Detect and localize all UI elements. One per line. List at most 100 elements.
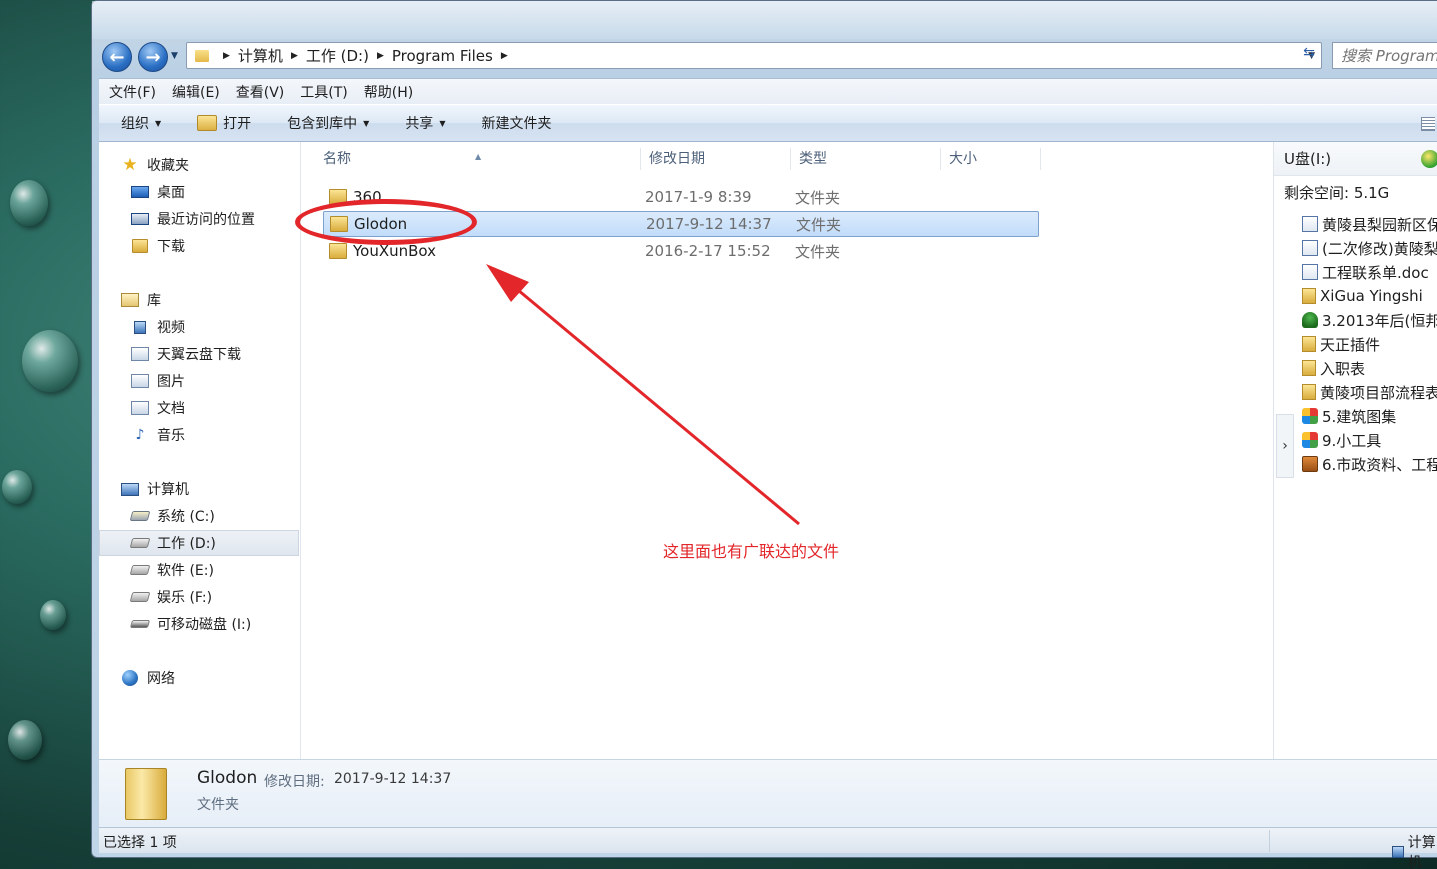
- app-icon: [1302, 408, 1318, 424]
- preview-item[interactable]: 9.小工具: [1302, 428, 1381, 452]
- include-library-button[interactable]: 包含到库中 ▼: [287, 113, 369, 133]
- file-row-360[interactable]: 360 2017-1-9 8:39 文件夹: [323, 184, 1039, 210]
- menu-view[interactable]: 查看(V): [236, 82, 285, 102]
- search-box[interactable]: [1332, 42, 1437, 69]
- column-header-modified[interactable]: 修改日期: [641, 148, 791, 170]
- expand-button[interactable]: ›: [1276, 414, 1294, 478]
- details-type: 文件夹: [197, 797, 239, 813]
- search-input[interactable]: [1333, 43, 1437, 68]
- nav-drive-e[interactable]: 软件 (E:): [99, 557, 299, 583]
- nav-downloads[interactable]: 下载: [99, 233, 299, 259]
- caret-down-icon: ▼: [155, 118, 162, 128]
- share-button[interactable]: 共享 ▼: [405, 113, 445, 133]
- preview-item[interactable]: 黄陵县梨园新区保: [1302, 212, 1437, 236]
- word-document-icon: [1302, 264, 1318, 280]
- nav-drive-f[interactable]: 娱乐 (F:): [99, 584, 299, 610]
- annotation-text: 这里面也有广联达的文件: [663, 542, 840, 561]
- organize-button[interactable]: 组织 ▼: [121, 113, 161, 133]
- file-modified: 2016-2-17 15:52: [645, 242, 771, 260]
- share-label: 共享: [405, 116, 434, 132]
- command-bar: 组织 ▼ 打开 包含到库中 ▼ 共享 ▼ 新建文件夹: [99, 104, 1437, 142]
- address-bar[interactable]: ▶ 计算机 ▶ 工作 (D:) ▶ Program Files ▶ ▼: [186, 42, 1322, 69]
- details-pane: Glodon 修改日期: 2017-9-12 14:37 文件夹: [99, 759, 1437, 827]
- nav-drive-d[interactable]: 工作 (D:): [99, 530, 299, 556]
- file-row-youxunbox[interactable]: YouXunBox 2016-2-17 15:52 文件夹: [323, 238, 1039, 264]
- preview-item[interactable]: 工程联系单.doc: [1302, 260, 1429, 284]
- new-folder-button[interactable]: 新建文件夹: [481, 113, 551, 133]
- column-header-type[interactable]: 类型: [791, 148, 941, 170]
- arrow-right-icon: →: [145, 46, 161, 68]
- removable-disk-icon: [129, 616, 151, 632]
- menu-tools[interactable]: 工具(T): [300, 82, 347, 102]
- system-drive-icon: [129, 508, 151, 524]
- nav-desktop[interactable]: 桌面: [99, 179, 299, 205]
- desktop-droplet: [2, 470, 32, 504]
- folder-icon: [1302, 360, 1316, 376]
- caret-down-icon: ▼: [439, 118, 446, 128]
- nav-tianyi-cloud[interactable]: 天翼云盘下载: [99, 341, 299, 367]
- chevron-right-icon[interactable]: ▶: [223, 51, 230, 61]
- desktop-droplet: [10, 180, 48, 226]
- drive-badge-icon: [1421, 150, 1437, 168]
- menu-edit[interactable]: 编辑(E): [172, 82, 220, 102]
- breadcrumb-drive-d[interactable]: 工作 (D:): [306, 45, 369, 66]
- preview-item[interactable]: 5.建筑图集: [1302, 404, 1396, 428]
- back-button[interactable]: ←: [102, 42, 132, 72]
- explorer-window: ← → ▼ ▶ 计算机 ▶ 工作 (D:) ▶ Program Files ▶ …: [91, 0, 1437, 869]
- status-divider: [1269, 830, 1270, 852]
- nav-removable-disk-i[interactable]: 可移动磁盘 (I:): [99, 611, 299, 637]
- nav-drive-c[interactable]: 系统 (C:): [99, 503, 299, 529]
- nav-computer[interactable]: 计算机: [99, 476, 299, 502]
- preview-pane: U盘(I:) 剩余空间: 5.1G › 黄陵县梨园新区保 (二次修改)黄陵梨 工…: [1273, 142, 1437, 759]
- refresh-button[interactable]: ⇆: [1297, 45, 1321, 67]
- recent-pages-dropdown[interactable]: ▼: [171, 51, 178, 61]
- nav-favorites[interactable]: ★ 收藏夹: [99, 152, 299, 178]
- nav-network[interactable]: 网络: [99, 665, 299, 691]
- menu-bar: 文件(F) 编辑(E) 查看(V) 工具(T) 帮助(H): [99, 78, 1437, 104]
- preview-item[interactable]: 黄陵项目部流程表: [1302, 380, 1437, 404]
- details-modified-value: 2017-9-12 14:37: [334, 771, 452, 787]
- column-header-size[interactable]: 大小: [941, 148, 1041, 170]
- preview-item[interactable]: XiGua Yingshi: [1302, 284, 1423, 308]
- content-area: ★ 收藏夹 桌面 最近访问的位置 下载 库 视频 天翼云盘下载 图片 文档 ♪ …: [99, 142, 1437, 759]
- file-name: 360: [353, 188, 382, 206]
- status-bar: 已选择 1 项 计算机: [99, 827, 1437, 869]
- menu-help[interactable]: 帮助(H): [364, 82, 413, 102]
- preview-item[interactable]: 入职表: [1302, 356, 1365, 380]
- nav-documents[interactable]: 文档: [99, 395, 299, 421]
- open-button[interactable]: 打开: [197, 113, 251, 133]
- forward-button[interactable]: →: [138, 42, 168, 72]
- breadcrumb-program-files[interactable]: Program Files: [392, 47, 493, 65]
- chevron-right-icon[interactable]: ▶: [501, 51, 508, 61]
- word-document-icon: [1302, 216, 1318, 232]
- chevron-right-icon: ›: [1282, 438, 1288, 454]
- view-options-icon[interactable]: [1421, 117, 1435, 131]
- tree-icon: [1302, 312, 1318, 328]
- file-row-glodon[interactable]: Glodon 2017-9-12 14:37 文件夹: [323, 211, 1039, 237]
- chevron-right-icon[interactable]: ▶: [291, 51, 298, 61]
- drive-label: U盘(I:): [1284, 150, 1332, 168]
- preview-item[interactable]: 3.2013年后(恒邦: [1302, 308, 1437, 332]
- nav-pictures[interactable]: 图片: [99, 368, 299, 394]
- nav-videos[interactable]: 视频: [99, 314, 299, 340]
- nav-recent-places[interactable]: 最近访问的位置: [99, 206, 299, 232]
- picture-library-icon: [131, 373, 149, 389]
- menu-file[interactable]: 文件(F): [109, 82, 156, 102]
- caret-down-icon: ▼: [363, 118, 370, 128]
- preview-item[interactable]: 6.市政资料、工程: [1302, 452, 1437, 476]
- sort-ascending-icon: ▲: [475, 152, 482, 161]
- drive-icon: [129, 535, 151, 551]
- video-library-icon: [131, 319, 149, 335]
- computer-icon: [121, 481, 139, 497]
- arrow-left-icon: ←: [109, 46, 125, 68]
- preview-item[interactable]: (二次修改)黄陵梨: [1302, 236, 1437, 260]
- music-note-icon: ♪: [135, 427, 145, 443]
- breadcrumb-computer[interactable]: 计算机: [238, 45, 283, 66]
- preview-item[interactable]: 天正插件: [1302, 332, 1380, 356]
- nav-libraries[interactable]: 库: [99, 287, 299, 313]
- nav-music[interactable]: ♪ 音乐: [99, 422, 299, 448]
- free-space: 剩余空间: 5.1G: [1284, 184, 1390, 202]
- column-header-name[interactable]: 名称 ▲: [301, 148, 641, 170]
- title-bar[interactable]: [92, 1, 1437, 39]
- chevron-right-icon[interactable]: ▶: [377, 51, 384, 61]
